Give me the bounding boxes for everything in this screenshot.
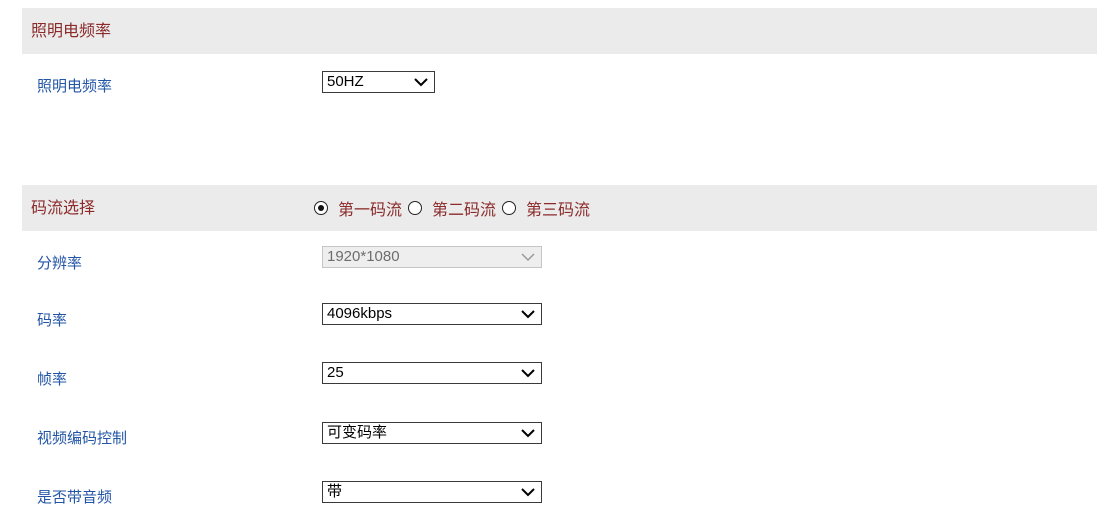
- framerate-label: 帧率: [37, 370, 68, 388]
- radio-stream-2[interactable]: 第二码流: [408, 196, 496, 220]
- chevron-down-icon: [521, 369, 535, 378]
- lighting-section-title: 照明电频率: [31, 21, 112, 40]
- frequency-value: 50HZ: [327, 73, 364, 90]
- bitrate-value: 4096kbps: [327, 305, 393, 322]
- radio-stream-3-label: 第三码流: [526, 200, 591, 219]
- chevron-down-icon: [414, 78, 428, 87]
- chevron-down-icon: [521, 310, 535, 319]
- frequency-label: 照明电频率: [37, 77, 113, 95]
- radio-stream-3[interactable]: 第三码流: [502, 196, 590, 220]
- audio-select[interactable]: 带: [322, 481, 542, 503]
- encoding-control-value: 可变码率: [327, 424, 388, 441]
- encoding-control-select[interactable]: 可变码率: [322, 422, 542, 444]
- radio-unchecked-icon[interactable]: [502, 201, 517, 215]
- bitrate-label: 码率: [37, 311, 68, 329]
- resolution-label: 分辨率: [37, 254, 83, 272]
- radio-stream-1-label: 第一码流: [338, 200, 403, 219]
- radio-stream-1[interactable]: 第一码流: [314, 196, 402, 220]
- framerate-value: 25: [327, 364, 344, 381]
- stream-section-header: 码流选择 第一码流 第二码流 第三码流: [22, 185, 1097, 231]
- chevron-down-icon: [521, 429, 535, 438]
- radio-checked-icon[interactable]: [314, 201, 328, 215]
- resolution-value: 1920*1080: [327, 248, 400, 265]
- chevron-down-icon: [521, 488, 535, 497]
- radio-stream-2-label: 第二码流: [432, 200, 497, 219]
- radio-unchecked-icon[interactable]: [408, 201, 423, 215]
- lighting-section-header: 照明电频率: [22, 8, 1097, 54]
- stream-radio-group: 第一码流 第二码流 第三码流: [314, 185, 596, 231]
- frequency-select[interactable]: 50HZ: [322, 71, 435, 93]
- stream-section-title: 码流选择: [31, 198, 96, 217]
- resolution-select[interactable]: 1920*1080: [322, 246, 542, 268]
- framerate-select[interactable]: 25: [322, 362, 542, 384]
- audio-label: 是否带音频: [37, 488, 113, 506]
- chevron-down-icon: [521, 253, 535, 262]
- bitrate-select[interactable]: 4096kbps: [322, 303, 542, 325]
- audio-value: 带: [327, 483, 343, 500]
- encoding-control-label: 视频编码控制: [37, 429, 128, 447]
